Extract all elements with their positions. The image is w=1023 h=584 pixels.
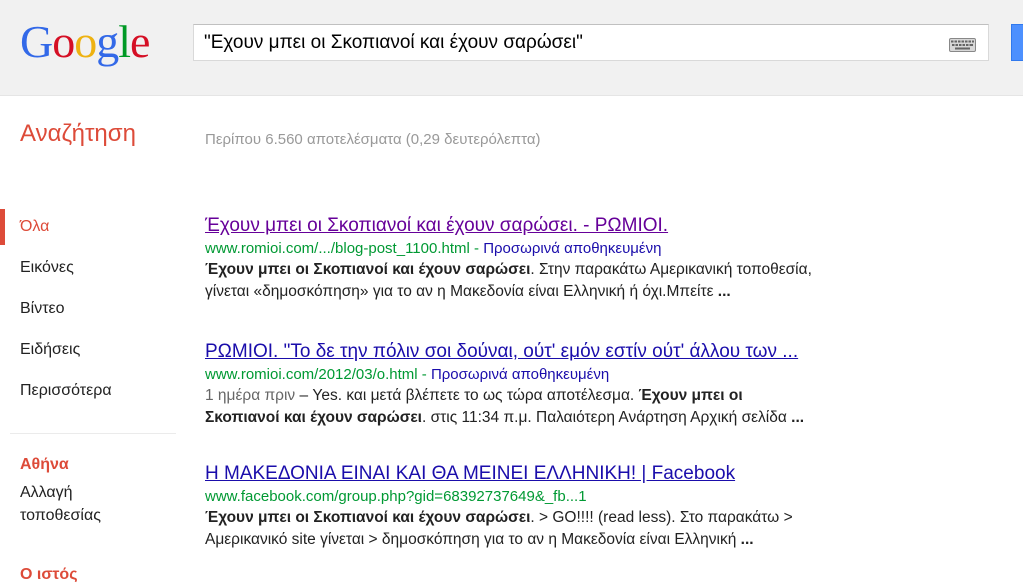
active-marker: [0, 209, 5, 245]
snippet-text: . Στην παρακάτω Αμερικανική τοποθεσία,: [530, 261, 812, 278]
web-filter-title: Ο ιστός: [20, 566, 78, 583]
snippet-ellipsis: ...: [740, 531, 754, 548]
result-url: www.facebook.com/group.php?gid=683927376…: [205, 488, 587, 505]
location-title: Αθήνα: [20, 456, 69, 473]
snippet-text: γίνεται «δημοσκόπηση» για το αν η Μακεδο…: [205, 283, 718, 300]
result-cite: www.romioi.com/.../blog-post_1100.html -…: [205, 238, 995, 259]
result-snippet: Έχουν μπει οι Σκοπιανοί και έχουν σαρώσε…: [205, 507, 995, 551]
change-location-link[interactable]: Αλλαγή τοποθεσίας: [20, 481, 140, 527]
nav-item-news[interactable]: Ειδήσεις: [0, 329, 178, 370]
result-separator: -: [417, 366, 431, 383]
logo-letters: Google: [20, 16, 150, 67]
search-box[interactable]: [193, 24, 989, 61]
result-cite: www.romioi.com/2012/03/o.html - Προσωριν…: [205, 364, 995, 385]
logo-letter: e: [130, 16, 150, 67]
result-url: www.romioi.com/.../blog-post_1100.html: [205, 240, 470, 257]
search-result: Έχουν μπει οι Σκοπιανοί και έχουν σαρώσε…: [205, 214, 995, 303]
result-title-link[interactable]: Έχουν μπει οι Σκοπιανοί και έχουν σαρώσε…: [205, 214, 668, 238]
result-separator: -: [469, 240, 484, 257]
result-snippet: 1 ημέρα πριν – Yes. και μετά βλέπετε το …: [205, 385, 995, 429]
snippet-text: . > GO!!!! (read less). Στο παρακάτω >: [530, 509, 793, 526]
snippet-bold: Έχουν μπει οι Σκοπιανοί και έχουν σαρώσε…: [205, 509, 531, 526]
search-input[interactable]: [204, 31, 924, 55]
nav-item-label: Βίντεο: [20, 300, 65, 317]
cached-link[interactable]: Προσωρινά αποθηκευμένη: [483, 240, 661, 257]
logo-letter: o: [74, 16, 97, 67]
nav-item-images[interactable]: Εικόνες: [0, 247, 178, 288]
nav-item-label: Ειδήσεις: [20, 341, 81, 358]
snippet-text: . στις 11:34 π.μ. Παλαιότερη Ανάρτηση Αρ…: [422, 409, 792, 426]
result-date: 1 ημέρα πριν: [205, 387, 296, 404]
google-logo[interactable]: Google: [20, 16, 150, 67]
snippet-text: – Yes. και μετά βλέπετε το ως τώρα αποτέ…: [295, 387, 639, 404]
nav-item-label: Περισσότερα: [20, 382, 112, 399]
search-result: Η ΜΑΚΕΔΟΝΙΑ ΕΙΝΑΙ ΚΑΙ ΘΑ ΜΕΙΝΕΙ ΕΛΛΗΝΙΚΗ…: [205, 462, 995, 551]
logo-letter: l: [118, 16, 131, 67]
result-url: www.romioi.com/2012/03/o.html: [205, 366, 418, 383]
logo-letter: g: [96, 16, 119, 67]
nav-divider: [10, 433, 176, 434]
nav-item-all[interactable]: Όλα: [0, 206, 178, 247]
section-title: Αναζήτηση: [20, 120, 136, 147]
search-result: ΡΩΜΙΟΙ. "Το δε την πόλιν σοι δούναι, ούτ…: [205, 340, 995, 429]
result-title-link[interactable]: Η ΜΑΚΕΔΟΝΙΑ ΕΙΝΑΙ ΚΑΙ ΘΑ ΜΕΙΝΕΙ ΕΛΛΗΝΙΚΗ…: [205, 462, 735, 486]
snippet-bold: Έχουν μπει οι Σκοπιανοί και έχουν σαρώσε…: [205, 261, 531, 278]
snippet-bold: Σκοπιανοί και έχουν σαρώσει: [205, 409, 422, 426]
left-nav: Όλα Εικόνες Βίντεο Ειδήσεις Περισσότερα: [0, 206, 178, 411]
result-snippet: Έχουν μπει οι Σκοπιανοί και έχουν σαρώσε…: [205, 259, 995, 303]
nav-item-videos[interactable]: Βίντεο: [0, 288, 178, 329]
nav-item-label: Εικόνες: [20, 259, 74, 276]
snippet-bold: Έχουν μπει οι: [638, 387, 743, 404]
search-button[interactable]: [1011, 24, 1023, 61]
snippet-ellipsis: ...: [791, 409, 805, 426]
nav-item-label: Όλα: [20, 218, 50, 235]
result-title-link[interactable]: ΡΩΜΙΟΙ. "Το δε την πόλιν σοι δούναι, ούτ…: [205, 340, 798, 364]
result-cite: www.facebook.com/group.php?gid=683927376…: [205, 486, 995, 507]
top-bar: Google: [0, 0, 1023, 96]
logo-letter: G: [20, 16, 53, 67]
snippet-text: Αμερικανικό site γίνεται > δημοσκόπηση γ…: [205, 531, 741, 548]
snippet-ellipsis: ...: [717, 283, 731, 300]
nav-item-more[interactable]: Περισσότερα: [0, 370, 178, 411]
keyboard-icon[interactable]: [949, 38, 976, 52]
result-stats: Περίπου 6.560 αποτελέσματα (0,29 δευτερό…: [205, 131, 541, 148]
cached-link[interactable]: Προσωρινά αποθηκευμένη: [431, 366, 609, 383]
logo-letter: o: [52, 16, 75, 67]
